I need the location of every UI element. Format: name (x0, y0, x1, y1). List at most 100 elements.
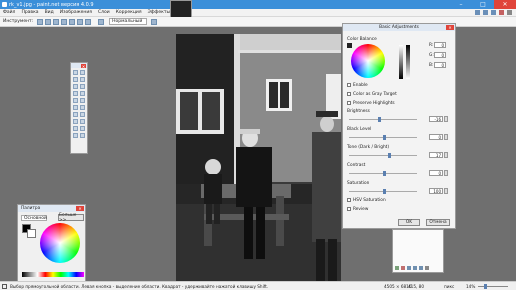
hsv-saturation-checkbox[interactable] (347, 198, 351, 202)
status-hint: Выбор прямоугольной области. Левая кнопк… (10, 283, 269, 289)
layers-icon[interactable] (491, 10, 496, 15)
palette-swatch-strip[interactable] (22, 272, 84, 277)
preserve-highlights-checkbox[interactable] (347, 101, 351, 105)
tone-spin-icon[interactable] (444, 152, 448, 158)
shapes-tool-icon[interactable] (73, 133, 78, 138)
shape-type-icon[interactable] (80, 133, 85, 138)
brightness-input[interactable]: -16 (429, 116, 443, 122)
saturation-knob[interactable] (383, 189, 386, 194)
menu-layers[interactable]: Слои (95, 10, 113, 15)
close-icon[interactable]: ✕ (494, 0, 516, 9)
union-icon[interactable] (61, 18, 68, 25)
layer-down-icon[interactable] (419, 266, 423, 270)
tools-close-icon[interactable]: ✕ (81, 64, 86, 69)
brightness-slider[interactable] (349, 119, 417, 120)
channel-b-input[interactable]: 0 (434, 62, 446, 68)
zoom-knob-icon[interactable] (484, 284, 487, 289)
blend-mode-select[interactable]: Нормальный (109, 18, 148, 25)
tools-panel-title: ✕ (71, 63, 87, 69)
menu-edit[interactable]: Правка (18, 10, 41, 15)
channel-r-input[interactable]: 0 (434, 42, 446, 48)
menu-adjustments[interactable]: Коррекция (113, 10, 145, 15)
antialias-icon[interactable] (98, 18, 105, 25)
maximize-icon[interactable]: □ (472, 0, 494, 9)
saturation-spin-icon[interactable] (444, 188, 448, 194)
selection-mode-icon[interactable] (45, 18, 52, 25)
blend-extra-icon[interactable] (151, 18, 158, 25)
tone-knob[interactable] (388, 153, 391, 158)
invert-icon[interactable] (85, 18, 92, 25)
clone-stamp-icon[interactable] (73, 119, 78, 124)
exclude-icon[interactable] (69, 18, 76, 25)
history-icon[interactable] (483, 10, 488, 15)
brightness-spin-icon[interactable] (444, 116, 448, 122)
pan-tool-icon[interactable] (80, 91, 85, 96)
layer-properties-icon[interactable] (425, 266, 429, 270)
delete-layer-icon[interactable] (401, 266, 405, 270)
ok-button[interactable]: OK (398, 219, 420, 226)
palette-more-button[interactable]: Больше >> (58, 213, 84, 223)
settings-icon[interactable] (507, 10, 512, 15)
zoom-slider[interactable] (478, 286, 508, 287)
black-level-input[interactable]: 0 (429, 134, 443, 140)
add-layer-icon[interactable] (395, 266, 399, 270)
tools-icon[interactable] (475, 10, 480, 15)
zoom-tool-icon[interactable] (80, 84, 85, 89)
gradient-tool-icon[interactable] (80, 98, 85, 103)
palette-mode-select[interactable]: Основной (21, 215, 47, 221)
move-tool-icon[interactable] (80, 70, 85, 75)
brightness-knob[interactable] (378, 117, 381, 122)
pencil-icon[interactable] (73, 112, 78, 117)
colors-icon[interactable] (499, 10, 504, 15)
color-picker-icon[interactable] (80, 112, 85, 117)
recolor-icon[interactable] (80, 119, 85, 124)
move-selection-icon[interactable] (80, 77, 85, 82)
ellipse-select-icon[interactable] (73, 84, 78, 89)
unit-select[interactable]: пикс (444, 284, 454, 289)
contrast-input[interactable]: 0 (429, 170, 443, 176)
tone-input[interactable]: 17 (429, 152, 443, 158)
replace-icon[interactable] (53, 18, 60, 25)
palette-close-icon[interactable]: ✕ (76, 206, 84, 211)
dialog-close-icon[interactable]: ✕ (446, 25, 454, 30)
color-as-gray-checkbox[interactable] (347, 92, 351, 96)
text-tool-icon[interactable] (73, 126, 78, 131)
color-balance-reset[interactable] (347, 43, 352, 48)
zoom-level[interactable]: 14% (466, 284, 475, 289)
review-checkbox[interactable] (347, 207, 351, 211)
cancel-button[interactable]: Отмена (426, 219, 450, 226)
menu-effects[interactable]: Эффекты (145, 10, 174, 15)
image-thumbnail[interactable] (170, 0, 192, 18)
enable-checkbox[interactable] (347, 83, 351, 87)
paintbrush-icon[interactable] (73, 105, 78, 110)
menu-image[interactable]: Изображения (57, 10, 95, 15)
tone-slider[interactable] (349, 155, 417, 156)
duplicate-layer-icon[interactable] (407, 266, 411, 270)
black-level-spin-icon[interactable] (444, 134, 448, 140)
contrast-knob[interactable] (383, 171, 386, 176)
black-level-label: Black Level (347, 127, 372, 132)
luminance-bar-2[interactable] (406, 45, 410, 79)
image-canvas[interactable] (176, 34, 341, 281)
tool-picker-icon[interactable] (37, 18, 44, 25)
menu-file[interactable]: Файл (0, 10, 18, 15)
channel-g-input[interactable]: 0 (434, 52, 446, 58)
minimize-icon[interactable]: – (450, 0, 472, 9)
color-balance-wheel[interactable] (351, 44, 385, 78)
black-level-knob[interactable] (383, 135, 386, 140)
paint-bucket-icon[interactable] (73, 98, 78, 103)
lasso-tool-icon[interactable] (73, 77, 78, 82)
luminance-bar[interactable] (399, 45, 403, 79)
palette-color-wheel[interactable] (40, 223, 80, 263)
rect-select-tool-icon[interactable] (73, 70, 78, 75)
secondary-color-swatch[interactable] (27, 229, 36, 238)
menu-view[interactable]: Вид (42, 10, 57, 15)
tools-panel: ✕ (70, 62, 88, 154)
contrast-spin-icon[interactable] (444, 170, 448, 176)
line-tool-icon[interactable] (80, 126, 85, 131)
eraser-icon[interactable] (80, 105, 85, 110)
saturation-input[interactable]: 100 (429, 188, 443, 194)
magic-wand-icon[interactable] (73, 91, 78, 96)
layer-up-icon[interactable] (413, 266, 417, 270)
intersect-icon[interactable] (77, 18, 84, 25)
